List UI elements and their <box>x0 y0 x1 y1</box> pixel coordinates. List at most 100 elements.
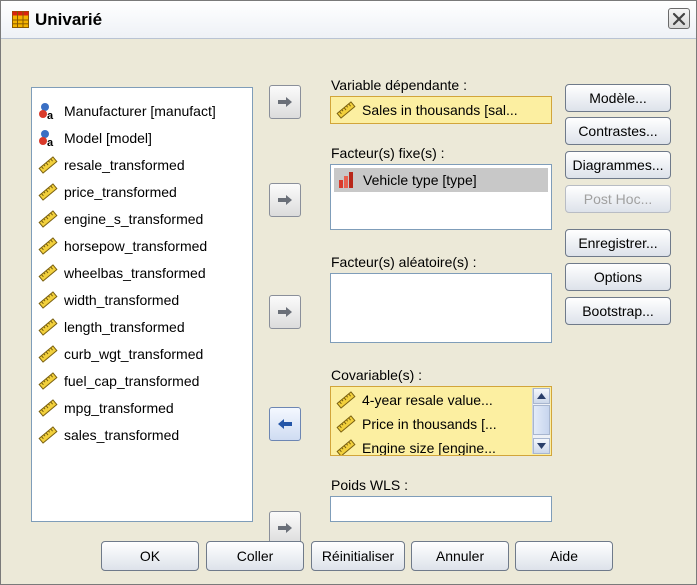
list-item-label: fuel_cap_transformed <box>64 373 200 389</box>
list-item-label: resale_transformed <box>64 157 185 173</box>
list-item[interactable]: width_transformed <box>38 289 179 311</box>
cancel-button[interactable]: Annuler <box>411 541 509 571</box>
scale-variable-icon <box>38 318 58 336</box>
dependent-variable-item[interactable]: Sales in thousands [sal... <box>336 101 548 119</box>
wls-weight-label: Poids WLS : <box>331 477 409 493</box>
arrow-right-icon <box>278 307 292 317</box>
spss-data-icon <box>12 11 29 28</box>
list-item[interactable]: resale_transformed <box>38 154 185 176</box>
fixed-factors-list[interactable]: Vehicle type [type] <box>330 164 552 230</box>
list-item-label: price_transformed <box>64 184 177 200</box>
move-from-covariates-button[interactable] <box>269 407 301 441</box>
scroll-up-button[interactable] <box>533 388 550 404</box>
list-item-label: Model [model] <box>64 130 152 146</box>
dependent-variable-value: Sales in thousands [sal... <box>362 102 518 118</box>
list-item[interactable]: a Model [model] <box>38 127 152 149</box>
close-button[interactable] <box>668 8 690 29</box>
plots-button[interactable]: Diagrammes... <box>565 151 671 179</box>
svg-text:a: a <box>47 110 54 120</box>
arrow-right-icon <box>278 195 292 205</box>
scale-variable-icon <box>38 183 58 201</box>
dependent-variable-label: Variable dépendante : <box>331 77 467 93</box>
ok-button[interactable]: OK <box>101 541 199 571</box>
scale-variable-icon <box>38 426 58 444</box>
nominal-variable-icon: a <box>38 129 58 147</box>
list-item-label: sales_transformed <box>64 427 180 443</box>
list-item[interactable]: Vehicle type [type] <box>334 168 548 192</box>
paste-button[interactable]: Coller <box>206 541 304 571</box>
move-to-random-factors-button[interactable] <box>269 295 301 329</box>
random-factors-list[interactable] <box>330 273 552 343</box>
close-icon <box>672 12 686 25</box>
random-factors-label: Facteur(s) aléatoire(s) : <box>331 254 477 270</box>
scale-variable-icon <box>38 237 58 255</box>
dependent-variable-field[interactable]: Sales in thousands [sal... <box>330 96 552 124</box>
list-item[interactable]: engine_s_transformed <box>38 208 203 230</box>
scale-variable-icon <box>336 439 356 455</box>
save-button[interactable]: Enregistrer... <box>565 229 671 257</box>
list-item-label: width_transformed <box>64 292 180 308</box>
nominal-bar-icon <box>339 172 353 188</box>
scale-variable-icon <box>38 399 58 417</box>
list-item-label: engine_s_transformed <box>64 211 204 227</box>
list-item[interactable]: length_transformed <box>38 316 185 338</box>
list-item-label: Engine size [engine... <box>362 440 496 456</box>
covariates-list[interactable]: 4-year resale value... Price in thousand… <box>330 386 552 456</box>
help-button[interactable]: Aide <box>515 541 613 571</box>
list-item[interactable]: mpg_transformed <box>38 397 174 419</box>
scale-variable-icon <box>38 291 58 309</box>
window-title: Univarié <box>35 10 103 29</box>
scale-variable-icon <box>38 345 58 363</box>
move-to-fixed-factors-button[interactable] <box>269 183 301 217</box>
covariates-scrollbar[interactable] <box>532 388 550 454</box>
list-item-label: mpg_transformed <box>64 400 174 416</box>
scale-variable-icon <box>336 415 356 433</box>
list-item[interactable]: wheelbas_transformed <box>38 262 206 284</box>
nominal-variable-icon: a <box>38 102 58 120</box>
source-variable-list[interactable]: a Manufacturer [manufact] a Model [model… <box>31 87 253 522</box>
list-item-label: length_transformed <box>64 319 185 335</box>
list-item[interactable]: price_transformed <box>38 181 177 203</box>
wls-weight-field[interactable] <box>330 496 552 522</box>
list-item[interactable]: curb_wgt_transformed <box>38 343 203 365</box>
scroll-thumb[interactable] <box>533 405 550 435</box>
scroll-down-button[interactable] <box>533 438 550 454</box>
arrow-right-icon <box>278 97 292 107</box>
fixed-factors-label: Facteur(s) fixe(s) : <box>331 145 445 161</box>
model-button[interactable]: Modèle... <box>565 84 671 112</box>
list-item-label: horsepow_transformed <box>64 238 208 254</box>
list-item-label: Price in thousands [... <box>362 416 497 432</box>
list-item[interactable]: sales_transformed <box>38 424 179 446</box>
list-item[interactable]: horsepow_transformed <box>38 235 207 257</box>
list-item[interactable]: 4-year resale value... <box>336 391 526 409</box>
list-item[interactable]: a Manufacturer [manufact] <box>38 100 216 122</box>
list-item-label: wheelbas_transformed <box>64 265 206 281</box>
chevron-down-icon <box>537 443 546 449</box>
reset-button[interactable]: Réinitialiser <box>311 541 405 571</box>
title-bar: Univarié <box>1 1 696 39</box>
options-button[interactable]: Options <box>565 263 671 291</box>
scale-variable-icon <box>38 372 58 390</box>
list-item-label: curb_wgt_transformed <box>64 346 204 362</box>
scale-variable-icon <box>336 391 356 409</box>
list-item-label: Manufacturer [manufact] <box>64 103 216 119</box>
list-item[interactable]: Price in thousands [... <box>336 415 526 433</box>
list-item[interactable]: Engine size [engine... <box>336 439 526 456</box>
univariate-dialog: Univarié a Manufacturer [manufact] a Mod… <box>0 0 697 585</box>
list-item-label: 4-year resale value... <box>362 392 493 408</box>
svg-text:a: a <box>47 137 54 147</box>
scale-variable-icon <box>38 210 58 228</box>
list-item[interactable]: fuel_cap_transformed <box>38 370 199 392</box>
list-item-label: Vehicle type [type] <box>363 172 477 188</box>
bootstrap-button[interactable]: Bootstrap... <box>565 297 671 325</box>
contrasts-button[interactable]: Contrastes... <box>565 117 671 145</box>
scale-variable-icon <box>38 264 58 282</box>
move-to-wls-weight-button[interactable] <box>269 511 301 545</box>
arrow-left-icon <box>278 419 292 429</box>
scale-variable-icon <box>336 101 356 119</box>
move-to-dependent-button[interactable] <box>269 85 301 119</box>
post-hoc-button[interactable]: Post Hoc... <box>565 185 671 213</box>
arrow-right-icon <box>278 523 292 533</box>
chevron-up-icon <box>537 393 546 399</box>
scale-variable-icon <box>38 156 58 174</box>
